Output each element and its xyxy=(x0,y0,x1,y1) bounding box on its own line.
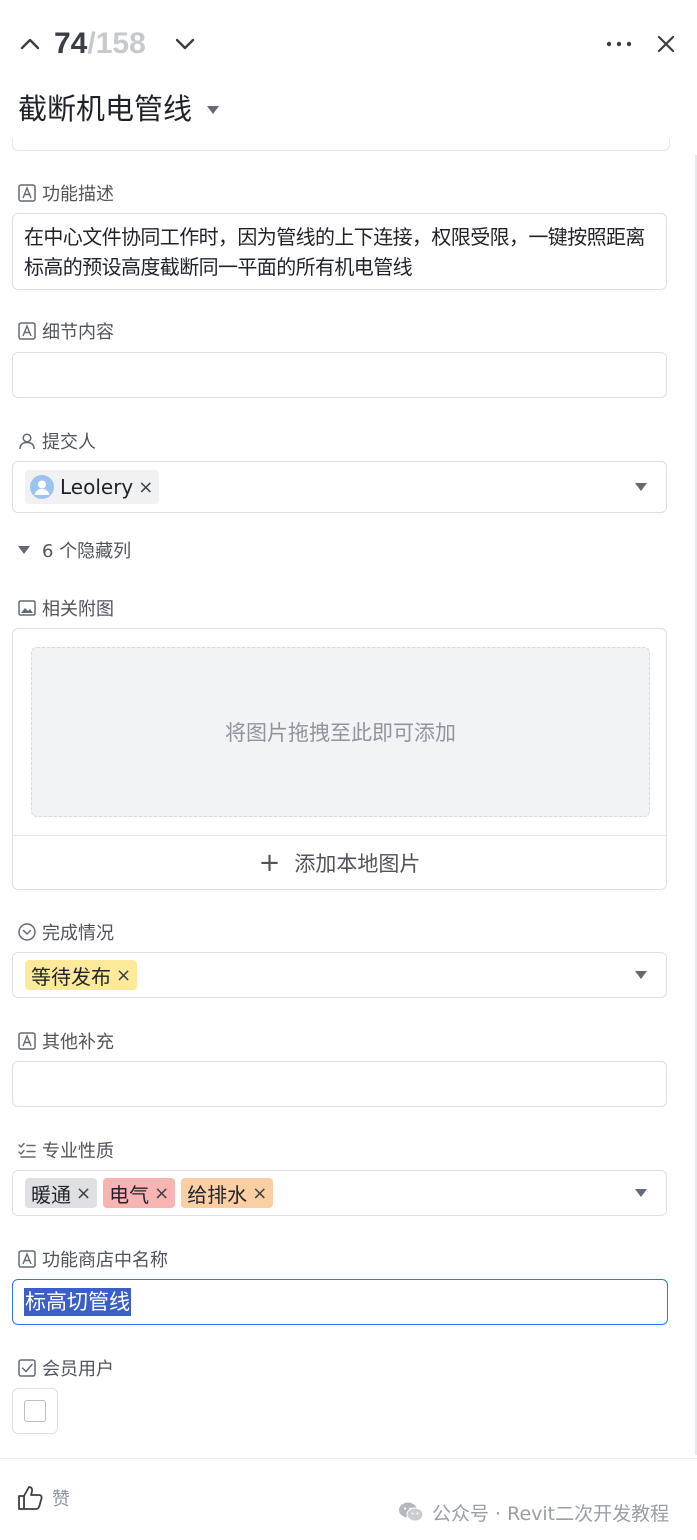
field-label-submitter: 提交人 xyxy=(18,429,96,453)
image-icon xyxy=(18,599,36,617)
record-navigation-bar: 74/158 xyxy=(0,0,697,88)
field-label-text: 提交人 xyxy=(42,432,96,453)
multi-select-icon xyxy=(18,1141,36,1159)
wechat-icon xyxy=(399,1502,424,1522)
status-select[interactable]: 等待发布 × xyxy=(12,952,667,998)
submitter-select[interactable]: Leolery × xyxy=(12,461,667,513)
caret-down-icon[interactable] xyxy=(634,970,648,980)
status-chips: 等待发布 × xyxy=(25,953,143,997)
image-drop-zone[interactable]: 将图片拖拽至此即可添加 xyxy=(31,647,650,817)
like-label: 赞 xyxy=(52,1489,70,1510)
description-textarea[interactable]: 在中心文件协同工作时，因为管线的上下连接，权限受限，一键按照距离标高的预设高度截… xyxy=(12,213,667,290)
store-name-input[interactable]: 标高切管线 xyxy=(12,1279,668,1325)
more-options-button[interactable] xyxy=(602,30,636,58)
add-local-image-button[interactable]: + 添加本地图片 xyxy=(13,835,666,890)
text-field-icon xyxy=(18,1250,36,1268)
chevron-down-icon xyxy=(175,38,195,50)
single-select-icon xyxy=(18,923,36,941)
text-field-icon xyxy=(18,322,36,340)
like-button[interactable]: 赞 xyxy=(16,1482,70,1514)
submitter-chips: Leolery × xyxy=(25,462,165,512)
watermark: 公众号 · Revit二次开发教程 xyxy=(398,1497,669,1527)
footer-divider xyxy=(0,1458,697,1459)
field-label-discipline: 专业性质 xyxy=(18,1138,114,1162)
total-record-count: /158 xyxy=(87,27,146,60)
remove-chip-icon[interactable]: × xyxy=(138,477,153,498)
user-chip: Leolery × xyxy=(25,470,160,504)
store-name-selected-text: 标高切管线 xyxy=(24,1288,131,1316)
close-icon xyxy=(657,35,675,53)
field-label-text: 完成情况 xyxy=(42,923,114,944)
field-label-attachments: 相关附图 xyxy=(18,596,114,620)
field-label-text: 功能描述 xyxy=(42,184,114,205)
field-label-text: 专业性质 xyxy=(42,1141,114,1162)
field-label-store-name: 功能商店中名称 xyxy=(18,1247,168,1271)
field-label-text: 功能商店中名称 xyxy=(42,1250,168,1271)
member-checkbox-container xyxy=(12,1388,58,1434)
hidden-columns-toggle[interactable]: 6 个隐藏列 xyxy=(18,537,131,563)
chevron-up-icon xyxy=(20,38,40,50)
avatar-icon xyxy=(30,475,54,499)
checkbox-field-icon xyxy=(18,1359,36,1377)
field-label-status: 完成情况 xyxy=(18,920,114,944)
caret-down-icon xyxy=(18,546,30,554)
record-title-dropdown[interactable]: 截断机电管线 xyxy=(18,88,220,130)
plus-icon: + xyxy=(258,848,281,878)
thumbs-up-icon xyxy=(18,1486,43,1510)
person-icon xyxy=(18,432,36,450)
remove-chip-icon[interactable]: × xyxy=(116,965,131,986)
discipline-chip: 暖通 × xyxy=(25,1178,98,1208)
caret-down-icon xyxy=(207,106,220,114)
record-counter: 74/158 xyxy=(54,26,146,62)
discipline-select[interactable]: 暖通 × 电气 × 给排水 × xyxy=(12,1170,667,1216)
member-checkbox[interactable] xyxy=(24,1400,46,1422)
user-chip-name: Leolery xyxy=(60,475,134,499)
field-label-text: 细节内容 xyxy=(42,322,114,343)
next-record-button[interactable] xyxy=(171,30,199,58)
discipline-chip: 给排水 × xyxy=(181,1178,274,1208)
attachment-box: 将图片拖拽至此即可添加 + 添加本地图片 xyxy=(12,628,667,890)
status-chip: 等待发布 × xyxy=(25,960,138,990)
field-label-description: 功能描述 xyxy=(18,181,114,205)
other-input[interactable] xyxy=(12,1061,667,1107)
close-button[interactable] xyxy=(652,30,680,58)
discipline-chip-text: 暖通 xyxy=(31,1182,71,1207)
remove-chip-icon[interactable]: × xyxy=(76,1183,91,1204)
caret-down-icon[interactable] xyxy=(634,1188,648,1198)
field-label-text: 其他补充 xyxy=(42,1032,114,1053)
watermark-text: 公众号 · Revit二次开发教程 xyxy=(432,1502,670,1525)
discipline-chip-text: 给排水 xyxy=(187,1182,248,1207)
add-local-image-label: 添加本地图片 xyxy=(294,852,421,876)
drop-zone-hint: 将图片拖拽至此即可添加 xyxy=(225,721,456,745)
record-title: 截断机电管线 xyxy=(18,92,193,126)
discipline-chip: 电气 × xyxy=(103,1178,176,1208)
field-label-member: 会员用户 xyxy=(18,1356,114,1380)
text-field-icon xyxy=(18,1032,36,1050)
discipline-chip-text: 电气 xyxy=(109,1182,150,1207)
field-label-text: 会员用户 xyxy=(42,1359,114,1380)
hidden-columns-label: 6 个隐藏列 xyxy=(42,541,132,562)
remove-chip-icon[interactable]: × xyxy=(252,1183,267,1204)
discipline-chips: 暖通 × 电气 × 给排水 × xyxy=(25,1171,279,1215)
description-value: 在中心文件协同工作时，因为管线的上下连接，权限受限，一键按照距离标高的预设高度截… xyxy=(24,225,645,279)
previous-field-box-edge xyxy=(12,138,670,151)
field-label-text: 相关附图 xyxy=(42,599,114,620)
field-label-other: 其他补充 xyxy=(18,1029,114,1053)
remove-chip-icon[interactable]: × xyxy=(154,1183,169,1204)
current-record-index: 74 xyxy=(54,27,88,60)
status-chip-text: 等待发布 xyxy=(31,964,111,989)
text-field-icon xyxy=(18,184,36,202)
caret-down-icon[interactable] xyxy=(634,482,648,492)
more-horizontal-icon xyxy=(606,41,632,47)
previous-record-button[interactable] xyxy=(16,30,44,58)
field-label-details: 细节内容 xyxy=(18,319,114,343)
details-input[interactable] xyxy=(12,352,667,398)
